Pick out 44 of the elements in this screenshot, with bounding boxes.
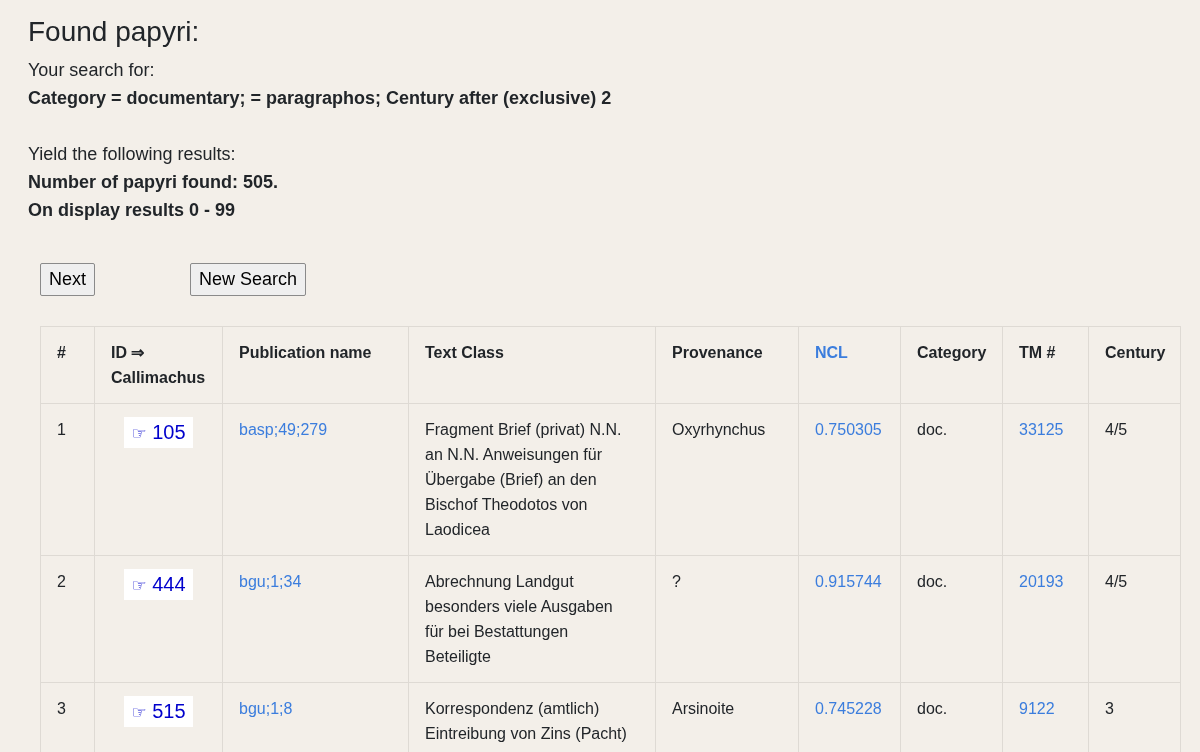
table-cell: 1	[57, 421, 66, 438]
tm-link[interactable]: 20193	[1019, 573, 1064, 590]
display-range: On display results 0 - 99	[28, 199, 237, 222]
tm-link[interactable]: 33125	[1019, 421, 1064, 438]
table-cell: Arsinoite	[672, 700, 735, 717]
column-header: #	[57, 344, 66, 361]
table-cell-text: Abrechnung Landgut besonders viele Ausgaben für bei Bestattungen Beteiligte	[425, 572, 614, 667]
id-link[interactable]: ☞ 515	[124, 696, 193, 727]
table-cell: doc.	[917, 421, 948, 438]
column-header: Century	[1105, 344, 1166, 361]
column-header: TM #	[1019, 344, 1056, 361]
score-link[interactable]: 0.750305	[815, 421, 882, 438]
next-button[interactable]: Next	[40, 263, 95, 296]
score-link[interactable]: 0.915744	[815, 573, 882, 590]
results-count: Number of papyri found: 505.	[28, 171, 280, 194]
column-header: Provenance	[672, 344, 763, 361]
table-cell: 4/5	[1105, 573, 1128, 590]
column-header-link[interactable]: NCL	[815, 344, 848, 361]
column-header: Publication name	[239, 344, 372, 361]
tm-link[interactable]: 9122	[1019, 700, 1055, 717]
id-link[interactable]: ☞ 105	[124, 417, 193, 448]
table-cell: 4/5	[1105, 421, 1128, 438]
new-search-button[interactable]: New Search	[190, 263, 307, 296]
table-cell: ?	[672, 573, 681, 590]
table-cell-text: Korrespondenz (amtlich) Eintreibung von Zins (Pacht)	[425, 699, 628, 744]
table-cell: 3	[57, 700, 66, 717]
publication-link[interactable]: bgu;1;8	[239, 700, 293, 717]
table-cell: doc.	[917, 700, 948, 717]
results-label: Yield the following results:	[28, 143, 237, 166]
column-header: Text Class	[425, 344, 504, 361]
table-cell: Oxyrhynchus	[672, 421, 766, 438]
column-header: ID ⇒ Callimachus	[111, 344, 206, 386]
page-title: Found papyri:	[28, 15, 201, 49]
table-cell: 2	[57, 573, 66, 590]
publication-link[interactable]: basp;49;279	[239, 421, 328, 438]
score-link[interactable]: 0.745228	[815, 700, 882, 717]
column-header: Category	[917, 344, 987, 361]
table-cell: 3	[1105, 700, 1114, 717]
search-label: Your search for:	[28, 59, 156, 82]
id-link[interactable]: ☞ 444	[124, 569, 193, 600]
table-cell: doc.	[917, 573, 948, 590]
publication-link[interactable]: bgu;1;34	[239, 573, 302, 590]
search-query: Category = documentary; = paragraphos; Century after (exclusive) 2	[28, 87, 613, 110]
table-cell-text: Fragment Brief (privat) N.N. an N.N. Anweisungen für Übergabe (Brief) an den Bischof Theodotos von Laodicea	[425, 420, 623, 540]
